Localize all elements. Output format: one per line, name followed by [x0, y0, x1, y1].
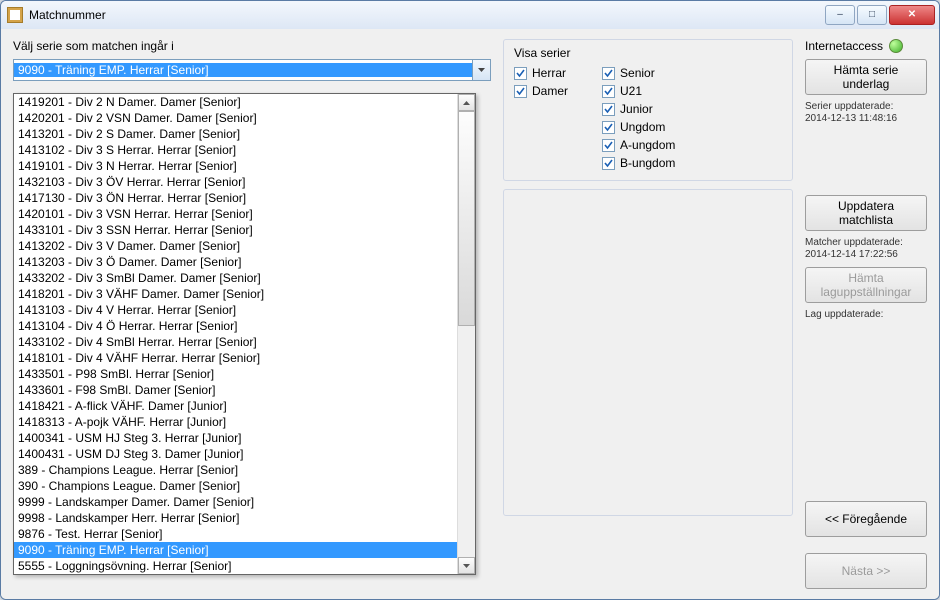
- chevron-down-icon[interactable]: [472, 60, 490, 80]
- checkbox-right-0[interactable]: Senior: [602, 66, 675, 80]
- checkbox-box-icon: [602, 157, 615, 170]
- app-window: Matchnummer – □ ✕ Välj serie som matchen…: [0, 0, 940, 600]
- dropdown-item[interactable]: 1433601 - F98 SmBl. Damer [Senior]: [14, 382, 475, 398]
- dropdown-item[interactable]: 1413203 - Div 3 Ö Damer. Damer [Senior]: [14, 254, 475, 270]
- dropdown-item[interactable]: 9876 - Test. Herrar [Senior]: [14, 526, 475, 542]
- checkbox-right-1[interactable]: U21: [602, 84, 675, 98]
- checkbox-label: Senior: [620, 66, 655, 80]
- series-combobox[interactable]: 9090 - Träning EMP. Herrar [Senior]: [13, 59, 491, 81]
- minimize-button[interactable]: –: [825, 5, 855, 25]
- dropdown-item[interactable]: 1400341 - USM HJ Steg 3. Herrar [Junior]: [14, 430, 475, 446]
- teams-updated-status: Lag uppdaterade:: [805, 309, 927, 321]
- dropdown-item[interactable]: 390 - Champions League. Damer [Senior]: [14, 478, 475, 494]
- right-column: Internetaccess Hämta serie underlag Seri…: [805, 39, 927, 589]
- window-controls: – □ ✕: [823, 5, 935, 25]
- dropdown-item[interactable]: 1418313 - A-pojk VÄHF. Herrar [Junior]: [14, 414, 475, 430]
- dropdown-item[interactable]: 1432103 - Div 3 ÖV Herrar. Herrar [Senio…: [14, 174, 475, 190]
- status-led-icon: [889, 39, 903, 53]
- checkbox-right-3[interactable]: Ungdom: [602, 120, 675, 134]
- checkbox-left-1[interactable]: Damer: [514, 84, 568, 98]
- checkbox-box-icon: [514, 85, 527, 98]
- checkbox-right-2[interactable]: Junior: [602, 102, 675, 116]
- scroll-up-button[interactable]: [458, 94, 475, 111]
- checkbox-label: Damer: [532, 84, 568, 98]
- dropdown-item[interactable]: 1418101 - Div 4 VÄHF Herrar. Herrar [Sen…: [14, 350, 475, 366]
- dropdown-item[interactable]: 1433101 - Div 3 SSN Herrar. Herrar [Seni…: [14, 222, 475, 238]
- checkbox-right-5[interactable]: B-ungdom: [602, 156, 675, 170]
- dropdown-item[interactable]: 1418421 - A-flick VÄHF. Damer [Junior]: [14, 398, 475, 414]
- dropdown-item[interactable]: 389 - Champions League. Herrar [Senior]: [14, 462, 475, 478]
- dropdown-item[interactable]: 1413104 - Div 4 Ö Herrar. Herrar [Senior…: [14, 318, 475, 334]
- dropdown-item[interactable]: 1413102 - Div 3 S Herrar. Herrar [Senior…: [14, 142, 475, 158]
- checkbox-box-icon: [602, 85, 615, 98]
- checkbox-box-icon: [514, 67, 527, 80]
- internet-access: Internetaccess: [805, 39, 927, 53]
- internet-access-label: Internetaccess: [805, 39, 883, 53]
- dropdown-item[interactable]: 5555 - Loggningsövning. Herrar [Senior]: [14, 558, 475, 574]
- checkbox-box-icon: [602, 103, 615, 116]
- lower-panel: [503, 189, 793, 516]
- dropdown-item[interactable]: 1419201 - Div 2 N Damer. Damer [Senior]: [14, 94, 475, 110]
- fetch-series-button[interactable]: Hämta serie underlag: [805, 59, 927, 95]
- checkbox-left-0[interactable]: Herrar: [514, 66, 568, 80]
- maximize-button[interactable]: □: [857, 5, 887, 25]
- checkbox-box-icon: [602, 121, 615, 134]
- dropdown-item[interactable]: 1420201 - Div 2 VSN Damer. Damer [Senior…: [14, 110, 475, 126]
- dropdown-item[interactable]: 1413202 - Div 3 V Damer. Damer [Senior]: [14, 238, 475, 254]
- checkbox-right-4[interactable]: A-ungdom: [602, 138, 675, 152]
- scroll-down-button[interactable]: [458, 557, 475, 574]
- series-updated-status: Serier uppdaterade: 2014-12-13 11:48:16: [805, 101, 927, 125]
- close-button[interactable]: ✕: [889, 5, 935, 25]
- checkbox-label: A-ungdom: [620, 138, 675, 152]
- checkbox-label: U21: [620, 84, 642, 98]
- dropdown-item[interactable]: 9998 - Landskamper Herr. Herrar [Senior]: [14, 510, 475, 526]
- next-button[interactable]: Nästa >>: [805, 553, 927, 589]
- window-title: Matchnummer: [29, 8, 823, 22]
- show-series-group: Visa serier Herrar Damer Senior U21 Junior U…: [503, 39, 793, 181]
- titlebar: Matchnummer – □ ✕: [1, 1, 939, 30]
- dropdown-item[interactable]: 1413201 - Div 2 S Damer. Damer [Senior]: [14, 126, 475, 142]
- dropdown-item[interactable]: 1420101 - Div 3 VSN Herrar. Herrar [Seni…: [14, 206, 475, 222]
- app-icon: [7, 7, 23, 23]
- series-selected: 9090 - Träning EMP. Herrar [Senior]: [14, 63, 472, 77]
- middle-column: Visa serier Herrar Damer Senior U21 Junior U…: [503, 39, 793, 589]
- choose-series-label: Välj serie som matchen ingår i: [13, 39, 491, 53]
- dropdown-item[interactable]: 1433202 - Div 3 SmBl Damer. Damer [Senio…: [14, 270, 475, 286]
- dropdown-item[interactable]: 1413103 - Div 4 V Herrar. Herrar [Senior…: [14, 302, 475, 318]
- dropdown-item[interactable]: 1418201 - Div 3 VÄHF Damer. Damer [Senio…: [14, 286, 475, 302]
- checkbox-box-icon: [602, 67, 615, 80]
- update-matchlist-button[interactable]: Uppdatera matchlista: [805, 195, 927, 231]
- scroll-thumb[interactable]: [458, 111, 475, 326]
- checkbox-label: Junior: [620, 102, 653, 116]
- dropdown-item[interactable]: 1433102 - Div 4 SmBl Herrar. Herrar [Sen…: [14, 334, 475, 350]
- prev-button[interactable]: << Föregående: [805, 501, 927, 537]
- dropdown-item[interactable]: 1419101 - Div 3 N Herrar. Herrar [Senior…: [14, 158, 475, 174]
- client-area: Välj serie som matchen ingår i 9090 - Tr…: [1, 29, 939, 599]
- fetch-lineups-button[interactable]: Hämta laguppställningar: [805, 267, 927, 303]
- checkbox-label: Herrar: [532, 66, 566, 80]
- dropdown-item[interactable]: 1433501 - P98 SmBl. Herrar [Senior]: [14, 366, 475, 382]
- series-dropdown[interactable]: 1419201 - Div 2 N Damer. Damer [Senior]1…: [13, 93, 476, 575]
- dropdown-item[interactable]: 1400431 - USM DJ Steg 3. Damer [Junior]: [14, 446, 475, 462]
- show-series-title: Visa serier: [514, 46, 570, 60]
- dropdown-item[interactable]: 9090 - Träning EMP. Herrar [Senior]: [14, 542, 475, 558]
- dropdown-item[interactable]: 9999 - Landskamper Damer. Damer [Senior]: [14, 494, 475, 510]
- checkbox-label: B-ungdom: [620, 156, 675, 170]
- matches-updated-status: Matcher uppdaterade: 2014-12-14 17:22:56: [805, 237, 927, 261]
- checkbox-label: Ungdom: [620, 120, 665, 134]
- dropdown-scrollbar[interactable]: [457, 94, 475, 574]
- checkbox-box-icon: [602, 139, 615, 152]
- dropdown-item[interactable]: 1417130 - Div 3 ÖN Herrar. Herrar [Senio…: [14, 190, 475, 206]
